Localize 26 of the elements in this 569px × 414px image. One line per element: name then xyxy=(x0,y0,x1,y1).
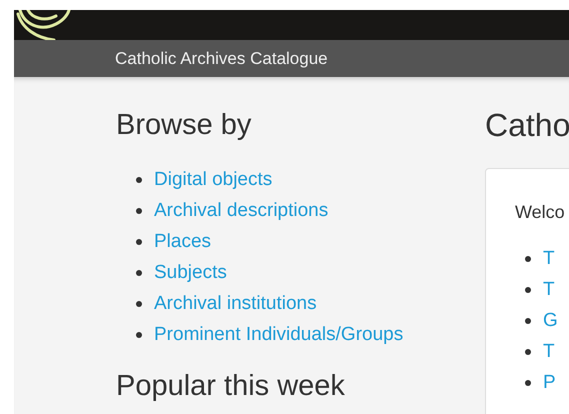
bullet-icon xyxy=(136,332,142,338)
bullet-icon xyxy=(136,208,142,214)
content-link[interactable]: T xyxy=(543,248,555,270)
browse-link[interactable]: Subjects xyxy=(154,262,227,284)
content-link[interactable]: T xyxy=(543,278,555,300)
bullet-icon xyxy=(525,256,531,262)
browse-link[interactable]: Prominent Individuals/Groups xyxy=(154,324,404,346)
content-link[interactable]: T xyxy=(543,340,555,362)
bullet-icon xyxy=(525,318,531,324)
bullet-icon xyxy=(525,348,531,354)
bullet-icon xyxy=(136,176,142,182)
page-title: Catho xyxy=(485,107,569,144)
browse-link[interactable]: Places xyxy=(154,230,212,252)
bullet-icon xyxy=(136,270,142,276)
section-heading: Browse by xyxy=(116,109,252,142)
bullet-icon xyxy=(525,286,531,292)
bullet-icon xyxy=(136,238,142,244)
content-link[interactable]: G xyxy=(543,310,558,332)
browse-link[interactable]: Archival institutions xyxy=(154,292,317,314)
bullet-icon xyxy=(525,380,531,386)
content-link[interactable]: P xyxy=(543,372,556,394)
browse-link[interactable]: Digital objects xyxy=(154,168,272,190)
intro-text: Welco xyxy=(515,202,566,223)
browse-link[interactable]: Archival descriptions xyxy=(154,200,328,222)
section-heading: Popular this week xyxy=(116,370,346,403)
bullet-icon xyxy=(136,300,142,306)
